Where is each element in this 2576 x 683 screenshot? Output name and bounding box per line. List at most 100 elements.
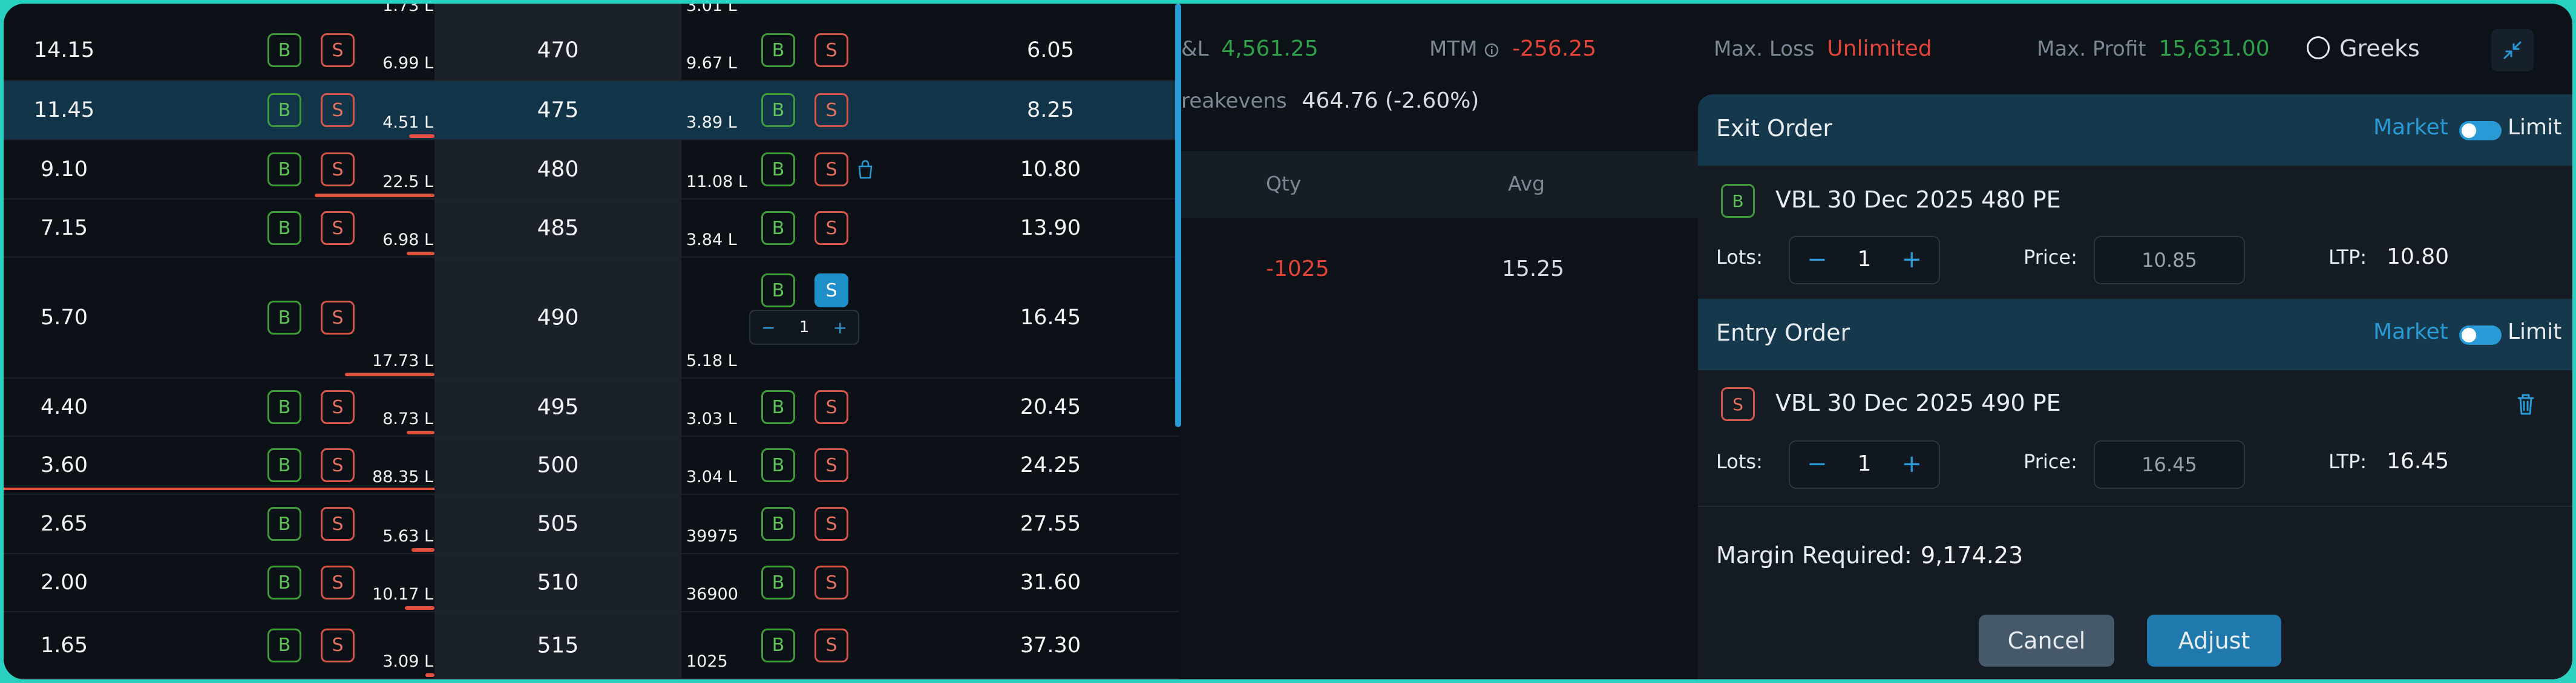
call-oi: 6.98 L <box>382 230 433 249</box>
call-ltp: 3.60 <box>41 453 88 477</box>
put-oi: 39975 <box>686 527 738 546</box>
call-sell-button[interactable]: S <box>321 507 355 541</box>
call-oi-bar <box>411 548 434 552</box>
entry-market-label[interactable]: Market <box>2373 319 2448 344</box>
call-sell-button[interactable]: S <box>321 93 355 127</box>
max-profit-value: 15,631.00 <box>2158 36 2270 61</box>
call-buy-button[interactable]: B <box>267 628 301 662</box>
put-sell-button[interactable]: S <box>814 152 848 186</box>
put-sell-button[interactable]: S <box>814 507 848 541</box>
call-ltp: 1.65 <box>41 633 88 658</box>
put-buy-button[interactable]: B <box>761 273 795 307</box>
positions-header: Qty Avg <box>1181 151 1726 218</box>
mini-qty-stepper[interactable]: − 1 + <box>749 310 859 345</box>
chain-row: 5.70 B S 17.73 L 490 5.18 L B S 16.45 <box>4 258 1179 379</box>
entry-instrument: VBL 30 Dec 2025 490 PE <box>1775 390 2061 416</box>
entry-lots-stepper[interactable]: − 1 + <box>1789 440 1940 489</box>
put-buy-button[interactable]: B <box>761 152 795 186</box>
exit-limit-label[interactable]: Limit <box>2508 115 2561 140</box>
info-icon[interactable] <box>1484 42 1499 58</box>
avg-header: Avg <box>1508 172 1545 195</box>
mini-plus-button[interactable]: + <box>833 318 847 338</box>
panel-divider <box>1698 506 2572 507</box>
call-buy-button[interactable]: B <box>267 33 301 67</box>
vertical-scrollbar[interactable] <box>1175 4 1181 427</box>
put-sell-button[interactable]: S <box>814 628 848 662</box>
call-sell-button[interactable]: S <box>321 566 355 600</box>
call-oi-bar <box>407 252 434 255</box>
put-ltp: 27.55 <box>1020 512 1081 536</box>
put-sell-button[interactable]: S <box>814 211 848 245</box>
put-sell-button[interactable]: S <box>814 273 848 307</box>
max-loss-label: Max. Loss <box>1714 37 1815 61</box>
chain-row: 11.45 B S 4.51 L 475 3.89 L B S 8.25 <box>4 81 1179 140</box>
put-buy-button[interactable]: B <box>761 566 795 600</box>
mtm-value: -256.25 <box>1512 36 1597 61</box>
call-sell-button[interactable]: S <box>321 301 355 335</box>
call-ltp: 4.40 <box>41 395 88 419</box>
call-buy-button[interactable]: B <box>267 448 301 482</box>
exit-order-header: Exit Order Market Limit <box>1698 94 2572 166</box>
call-oi-top: 1.73 L <box>382 4 433 15</box>
mini-minus-button[interactable]: − <box>761 318 775 338</box>
call-buy-button[interactable]: B <box>267 390 301 424</box>
put-oi: 9.67 L <box>686 54 737 73</box>
entry-order-type-toggle[interactable] <box>2459 325 2502 345</box>
put-oi: 3.03 L <box>686 410 737 428</box>
call-ltp: 7.15 <box>41 216 88 240</box>
entry-limit-label[interactable]: Limit <box>2508 319 2561 344</box>
put-sell-button[interactable]: S <box>814 448 848 482</box>
call-sell-button[interactable]: S <box>321 390 355 424</box>
app-frame: 14.15 B S 6.99 L 470 9.67 L B S 6.05 11.45 B S 4.51 … <box>4 4 2572 679</box>
margin-value: 9,174.23 <box>1921 542 2024 569</box>
call-buy-button[interactable]: B <box>267 507 301 541</box>
call-buy-button[interactable]: B <box>267 211 301 245</box>
put-sell-button[interactable]: S <box>814 93 848 127</box>
exit-price-input[interactable] <box>2094 236 2245 284</box>
put-buy-button[interactable]: B <box>761 628 795 662</box>
call-sell-button[interactable]: S <box>321 152 355 186</box>
strike-price: 505 <box>537 511 579 537</box>
mtm-stat: MTM -256.25 <box>1429 36 1596 61</box>
put-sell-button[interactable]: S <box>814 33 848 67</box>
call-sell-button[interactable]: S <box>321 448 355 482</box>
put-sell-button[interactable]: S <box>814 390 848 424</box>
exit-order-type-toggle[interactable] <box>2459 121 2502 140</box>
put-buy-button[interactable]: B <box>761 390 795 424</box>
put-oi: 1025 <box>686 652 728 671</box>
call-sell-button[interactable]: S <box>321 33 355 67</box>
entry-lots-label: Lots: <box>1716 450 1763 473</box>
put-oi: 3.89 L <box>686 113 737 132</box>
exit-lots-stepper[interactable]: − 1 + <box>1789 236 1940 284</box>
put-buy-button[interactable]: B <box>761 448 795 482</box>
cancel-button[interactable]: Cancel <box>1979 615 2114 667</box>
call-buy-button[interactable]: B <box>267 152 301 186</box>
chain-row: 4.40 B S 8.73 L 495 3.03 L B S 20.45 <box>4 379 1179 437</box>
strike-price: 510 <box>537 570 579 595</box>
call-ltp: 5.70 <box>41 306 88 330</box>
call-buy-button[interactable]: B <box>267 93 301 127</box>
call-buy-button[interactable]: B <box>267 566 301 600</box>
put-oi-top: 3.01 L <box>686 4 737 15</box>
collapse-icon[interactable] <box>2491 29 2534 71</box>
call-sell-button[interactable]: S <box>321 211 355 245</box>
exit-market-label[interactable]: Market <box>2373 115 2448 140</box>
put-buy-button[interactable]: B <box>761 507 795 541</box>
put-oi: 5.18 L <box>686 351 737 370</box>
entry-lots-plus-button[interactable]: + <box>1901 450 1922 478</box>
atm-divider-line <box>4 488 434 490</box>
put-buy-button[interactable]: B <box>761 211 795 245</box>
put-ltp: 10.80 <box>1020 157 1081 181</box>
entry-price-input[interactable] <box>2094 440 2245 489</box>
put-buy-button[interactable]: B <box>761 93 795 127</box>
entry-ltp-label: LTP: <box>2329 450 2367 473</box>
put-buy-button[interactable]: B <box>761 33 795 67</box>
exit-lots-plus-button[interactable]: + <box>1901 246 1922 273</box>
adjust-button[interactable]: Adjust <box>2147 615 2281 667</box>
put-sell-button[interactable]: S <box>814 566 848 600</box>
call-sell-button[interactable]: S <box>321 628 355 662</box>
trash-icon[interactable] <box>2514 391 2538 417</box>
call-oi: 4.51 L <box>382 113 433 132</box>
greeks-radio[interactable] <box>2307 36 2330 59</box>
call-buy-button[interactable]: B <box>267 301 301 335</box>
